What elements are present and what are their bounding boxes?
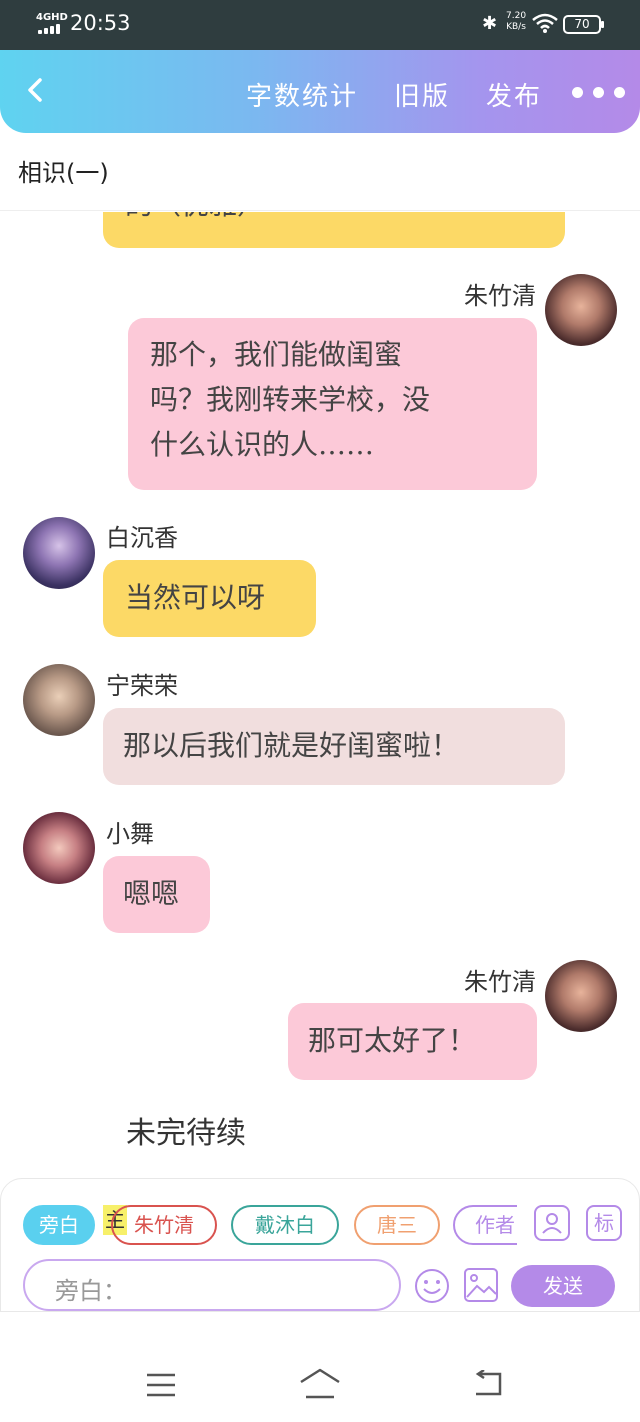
tag-button[interactable]: 标	[586, 1205, 622, 1241]
role-chip-daimubai[interactable]: 戴沐白	[231, 1205, 339, 1245]
message-line: 什么认识的人……	[150, 428, 375, 461]
image-icon[interactable]	[463, 1267, 499, 1303]
send-button[interactable]: 发送	[511, 1265, 615, 1307]
chat-area[interactable]: 的（优雅） 朱竹清 那个，我们能做闺蜜 吗？我刚转来学校，没 什么认识的人…… …	[0, 212, 640, 1180]
avatar[interactable]	[545, 960, 617, 1032]
speaker-name: 白沉香	[106, 524, 178, 552]
message-bubble[interactable]: 那个，我们能做闺蜜 吗？我刚转来学校，没 什么认识的人……	[128, 318, 537, 490]
avatar[interactable]	[545, 274, 617, 346]
word-count-button[interactable]: 字数统计	[246, 76, 358, 113]
avatar[interactable]	[23, 517, 95, 589]
speaker-name: 小舞	[106, 820, 154, 848]
speed-unit: KB/s	[506, 22, 526, 32]
bluetooth-icon: ✱	[482, 13, 498, 34]
old-version-button[interactable]: 旧版	[394, 76, 450, 113]
avatar[interactable]	[23, 664, 95, 736]
to-be-continued: 未完待续	[126, 1116, 246, 1151]
message-text: 的（优雅）	[125, 212, 265, 221]
battery-icon: 70	[563, 15, 604, 34]
message-input[interactable]: 旁白：	[23, 1259, 401, 1311]
message-bubble[interactable]: 那以后我们就是好闺蜜啦！	[103, 708, 565, 785]
chapter-title-row[interactable]: 相识(一)	[0, 133, 640, 211]
message-bubble[interactable]: 的（优雅）	[103, 212, 565, 248]
network-type: 4GHD	[36, 12, 68, 23]
role-chip-narrator[interactable]: 旁白	[23, 1205, 95, 1245]
message-line: 那个，我们能做闺蜜	[150, 338, 403, 371]
role-chip-tangsan[interactable]: 唐三	[354, 1205, 440, 1245]
back-arrow-icon[interactable]	[22, 76, 50, 104]
role-chip-author[interactable]: 作者	[453, 1205, 517, 1245]
speed-value: 7.20	[506, 11, 527, 21]
emoji-icon[interactable]	[413, 1267, 451, 1305]
speaker-name: 宁荣荣	[106, 672, 178, 700]
speaker-name: 朱竹清	[464, 968, 536, 996]
message-bubble[interactable]: 当然可以呀	[103, 560, 316, 637]
system-nav-bar	[0, 1312, 640, 1422]
message-text: 嗯嗯	[123, 877, 180, 910]
message-line: 吗？我刚转来学校，没	[150, 383, 431, 416]
speaker-name: 朱竹清	[464, 282, 536, 310]
wifi-icon	[532, 13, 558, 33]
input-panel: 旁白 主 朱竹清 戴沐白 唐三 作者 标 旁白： 发送	[0, 1178, 640, 1312]
input-placeholder: 旁白：	[55, 1277, 127, 1305]
more-icon[interactable]	[572, 87, 626, 99]
avatar[interactable]	[23, 812, 95, 884]
status-bar: 4GHD 20:53 ✱ 7.20 KB/s 70	[0, 0, 640, 50]
message-bubble[interactable]: 那可太好了！	[288, 1003, 537, 1080]
message-text: 那以后我们就是好闺蜜啦！	[123, 729, 460, 762]
net-speed: 7.20 KB/s	[506, 11, 526, 33]
chapter-title: 相识(一)	[18, 159, 109, 187]
publish-button[interactable]: 发布	[486, 76, 542, 113]
message-text: 当然可以呀	[125, 581, 266, 614]
message-bubble[interactable]: 嗯嗯	[103, 856, 210, 933]
clock: 20:53	[70, 11, 131, 35]
role-manage-icon[interactable]	[534, 1205, 570, 1241]
role-chip-clip: 作者	[453, 1205, 517, 1245]
editor-header: 字数统计 旧版 发布	[0, 50, 640, 133]
home-icon[interactable]	[298, 1368, 342, 1400]
back-icon[interactable]	[472, 1370, 504, 1398]
message-text: 那可太好了！	[308, 1024, 477, 1057]
role-chip-zhuzhuqing[interactable]: 朱竹清	[111, 1205, 217, 1245]
signal-icon	[38, 24, 64, 34]
menu-icon[interactable]	[145, 1372, 177, 1398]
